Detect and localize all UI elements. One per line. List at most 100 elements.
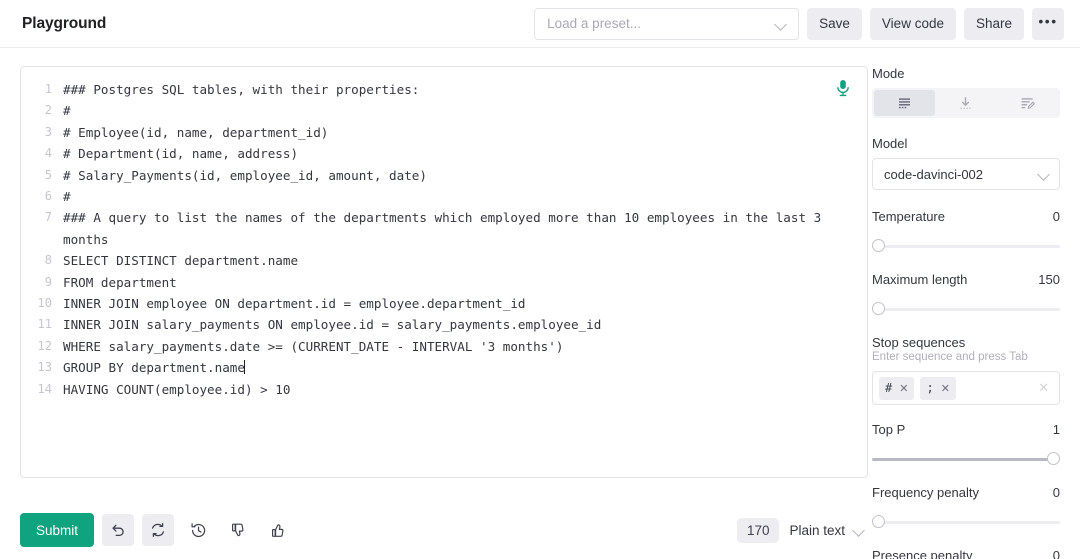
preset-dropdown[interactable]: Load a preset... <box>534 8 799 40</box>
more-options-button[interactable]: ••• <box>1032 8 1064 40</box>
slider-track <box>872 308 1060 311</box>
slider-knob[interactable] <box>1047 452 1060 465</box>
stop-sequence-chip[interactable]: # ✕ <box>879 377 914 400</box>
close-icon[interactable]: ✕ <box>899 382 908 395</box>
undo-icon <box>110 522 126 538</box>
frequency-penalty-value: 0 <box>1053 485 1060 500</box>
code-text: HAVING COUNT(employee.id) > 10 <box>63 379 290 400</box>
history-button[interactable] <box>182 514 214 546</box>
app-header: Playground Load a preset... Save View co… <box>0 0 1080 48</box>
code-line: 12WHERE salary_payments.date >= (CURRENT… <box>21 336 867 357</box>
regenerate-icon <box>150 522 166 538</box>
top-p-slider[interactable] <box>872 452 1060 466</box>
mode-insert[interactable] <box>935 90 996 116</box>
parameters-sidebar: Mode <box>872 48 1080 559</box>
insert-icon <box>958 96 973 111</box>
thumbs-down-icon <box>230 522 247 539</box>
maximum-length-label: Maximum length <box>872 272 967 287</box>
code-text: # <box>63 100 71 121</box>
share-button[interactable]: Share <box>964 8 1024 40</box>
model-label: Model <box>872 136 1060 151</box>
code-line: 11INNER JOIN salary_payments ON employee… <box>21 314 867 335</box>
presence-penalty-label: Presence penalty <box>872 548 972 559</box>
temperature-slider[interactable] <box>872 239 1060 253</box>
top-p-value: 1 <box>1053 422 1060 437</box>
code-text: INNER JOIN salary_payments ON employee.i… <box>63 314 601 335</box>
line-number: 12 <box>21 336 63 357</box>
clear-all-icon[interactable]: ✕ <box>1038 380 1053 396</box>
code-text: ### A query to list the names of the dep… <box>63 207 843 250</box>
history-icon <box>190 522 207 539</box>
prompt-editor[interactable]: 1### Postgres SQL tables, with their pro… <box>20 66 868 478</box>
temperature-value: 0 <box>1053 209 1060 224</box>
mode-label: Mode <box>872 66 1060 81</box>
frequency-penalty-row: Frequency penalty 0 <box>872 485 1060 507</box>
close-icon[interactable]: ✕ <box>941 382 950 395</box>
line-number: 14 <box>21 379 63 400</box>
slider-track <box>872 245 1060 248</box>
slider-track <box>872 521 1060 524</box>
view-code-button[interactable]: View code <box>870 8 956 40</box>
stop-sequence-chip[interactable]: ; ✕ <box>920 377 955 400</box>
line-number: 6 <box>21 186 63 207</box>
editor-toolbar: Submit <box>20 513 868 547</box>
edit-icon <box>1020 96 1035 111</box>
code-text: INNER JOIN employee ON department.id = e… <box>63 293 526 314</box>
line-number: 1 <box>21 79 63 100</box>
slider-knob[interactable] <box>872 515 885 528</box>
line-number: 5 <box>21 165 63 186</box>
frequency-penalty-slider[interactable] <box>872 515 1060 529</box>
line-number: 8 <box>21 250 63 271</box>
temperature-label: Temperature <box>872 209 945 224</box>
presence-penalty-value: 0 <box>1053 548 1060 559</box>
thumbs-up-icon <box>270 522 287 539</box>
save-button[interactable]: Save <box>807 8 862 40</box>
code-line: 2# <box>21 100 867 121</box>
line-number: 9 <box>21 272 63 293</box>
line-number: 2 <box>21 100 63 121</box>
slider-knob[interactable] <box>872 302 885 315</box>
code-line: 5# Salary_Payments(id, employee_id, amou… <box>21 165 867 186</box>
top-p-label: Top P <box>872 422 905 437</box>
code-text: SELECT DISTINCT department.name <box>63 250 298 271</box>
slider-knob[interactable] <box>872 239 885 252</box>
code-text: ### Postgres SQL tables, with their prop… <box>63 79 419 100</box>
undo-button[interactable] <box>102 514 134 546</box>
token-count-badge: 170 <box>737 518 780 543</box>
maximum-length-row: Maximum length 150 <box>872 272 1060 294</box>
top-p-row: Top P 1 <box>872 422 1060 444</box>
maximum-length-slider[interactable] <box>872 302 1060 316</box>
chevron-down-icon <box>852 523 866 537</box>
maximum-length-value: 150 <box>1038 272 1060 287</box>
code-line: 14HAVING COUNT(employee.id) > 10 <box>21 379 867 400</box>
frequency-penalty-label: Frequency penalty <box>872 485 979 500</box>
code-line: 8SELECT DISTINCT department.name <box>21 250 867 271</box>
regenerate-button[interactable] <box>142 514 174 546</box>
line-number: 4 <box>21 143 63 164</box>
code-line: 3# Employee(id, name, department_id) <box>21 122 867 143</box>
line-number: 7 <box>21 207 63 228</box>
page-title: Playground <box>22 15 106 33</box>
model-value: code-davinci-002 <box>884 167 1037 182</box>
model-dropdown[interactable]: code-davinci-002 <box>872 158 1060 190</box>
mode-edit[interactable] <box>997 90 1058 116</box>
format-dropdown[interactable]: Plain text <box>789 523 868 538</box>
stop-sequences-hint: Enter sequence and press Tab <box>872 351 1060 363</box>
thumbs-up-button[interactable] <box>262 514 294 546</box>
code-line: 1### Postgres SQL tables, with their pro… <box>21 79 867 100</box>
toolbar-right: 170 Plain text <box>737 518 868 543</box>
microphone-icon[interactable] <box>835 79 851 97</box>
mode-complete[interactable] <box>874 90 935 116</box>
preset-placeholder: Load a preset... <box>547 16 774 31</box>
editor-pane: 1### Postgres SQL tables, with their pro… <box>0 48 872 559</box>
code-line: 9FROM department <box>21 272 867 293</box>
code-line: 13GROUP BY department.name <box>21 357 867 378</box>
submit-button[interactable]: Submit <box>20 513 94 547</box>
chip-label: ; <box>926 381 933 395</box>
code-text: FROM department <box>63 272 177 293</box>
slider-fill <box>872 458 1053 461</box>
line-number: 13 <box>21 357 63 378</box>
complete-icon <box>897 96 912 111</box>
thumbs-down-button[interactable] <box>222 514 254 546</box>
stop-sequences-input[interactable]: # ✕ ; ✕ ✕ <box>872 371 1060 405</box>
